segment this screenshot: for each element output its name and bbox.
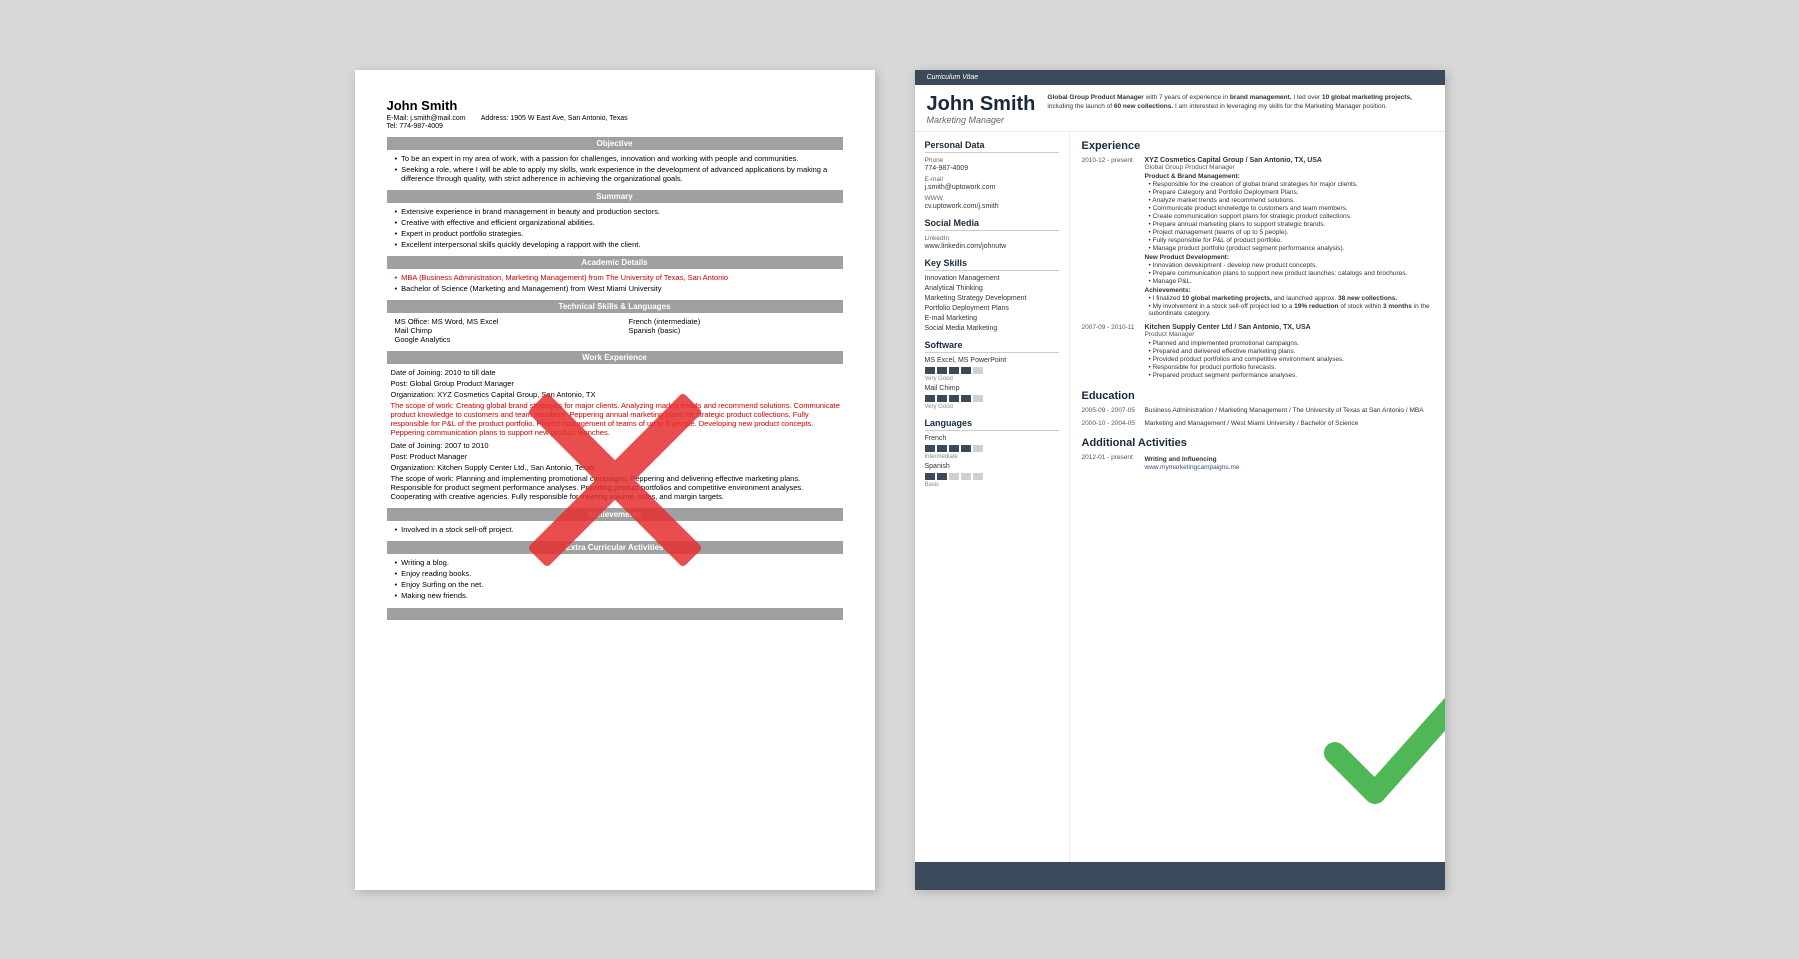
- sidebar-linkedin-value: www.linkedin.com/johnutw: [925, 243, 1059, 250]
- left-section-objective: Objective: [387, 137, 843, 150]
- left-extra-2: Enjoy reading books.: [387, 569, 843, 578]
- left-skill-3: Google Analytics: [395, 335, 609, 344]
- right-name: John Smith: [927, 93, 1036, 115]
- software-bar-1: [925, 395, 1059, 402]
- left-section-summary: Summary: [387, 190, 843, 203]
- left-extra-3: Enjoy Surfing on the net.: [387, 580, 843, 589]
- sidebar-software-1: Mail Chimp Very Good: [925, 385, 1059, 410]
- left-section-work: Work Experience: [387, 351, 843, 364]
- sidebar-skill-1: Analytical Thinking: [925, 285, 1059, 292]
- sidebar-phone-label: Phone: [925, 157, 1059, 164]
- left-work-org2: Organization: Kitchen Supply Center Ltd.…: [387, 463, 843, 472]
- left-work-date2: Date of Joining: 2007 to 2010: [387, 441, 843, 450]
- sidebar-skills-title: Key Skills: [925, 258, 1059, 271]
- left-lang-1: French (intermediate): [629, 317, 843, 326]
- left-section-technical: Technical Skills & Languages: [387, 300, 843, 313]
- right-header: John Smith Marketing Manager Global Grou…: [915, 85, 1445, 132]
- left-contact-email: E-Mail: j.smith@mail.com Address: 1905 W…: [387, 115, 843, 122]
- exp-details-1: Kitchen Supply Center Ltd / San Antonio,…: [1145, 324, 1433, 380]
- left-academic-2: Bachelor of Science (Marketing and Manag…: [387, 284, 843, 293]
- sidebar-skill-5: Social Media Marketing: [925, 325, 1059, 332]
- left-objective-2: Seeking a role, where I will be able to …: [387, 165, 843, 183]
- left-extra-1: Writing a blog.: [387, 558, 843, 567]
- lang-bar-1: [925, 473, 1059, 480]
- right-edu-section: Education: [1082, 390, 1433, 402]
- sidebar-www-value: cv.uptowork.com/j.smith: [925, 203, 1059, 210]
- exp-details-0: XYZ Cosmetics Capital Group / San Antoni…: [1145, 157, 1433, 318]
- right-intro: Global Group Product Manager with 7 year…: [1047, 93, 1432, 111]
- sidebar-email-value: j.smith@uptowork.com: [925, 184, 1059, 191]
- right-additional-section: Additional Activities: [1082, 437, 1433, 449]
- sidebar-social-title: Social Media: [925, 218, 1059, 231]
- edu-entry-0: 2005-09 - 2007-05 Business Administratio…: [1082, 407, 1433, 414]
- sidebar-lang-0: French Intermediate: [925, 435, 1059, 460]
- right-title: Marketing Manager: [927, 115, 1036, 125]
- left-work-scope1: The scope of work: Creating global brand…: [387, 401, 843, 437]
- sidebar-lang-1: Spanish Basic: [925, 463, 1059, 488]
- left-lang-2: Spanish (basic): [629, 326, 843, 335]
- left-skill-1: MS Office: MS Word, MS Excel: [395, 317, 609, 326]
- sidebar-skill-2: Marketing Strategy Development: [925, 295, 1059, 302]
- left-extra-4: Making new friends.: [387, 591, 843, 600]
- left-section-achievements: Achievements: [387, 508, 843, 521]
- left-academic-1: MBA (Business Administration, Marketing …: [387, 273, 843, 282]
- right-footer-bar: [915, 862, 1445, 890]
- sidebar-phone-value: 774-987-4009: [925, 165, 1059, 172]
- left-work-scope2: The scope of work: Planning and implemen…: [387, 474, 843, 501]
- sidebar-personal-title: Personal Data: [925, 140, 1059, 153]
- right-exp-section: Experience: [1082, 140, 1433, 152]
- left-section-extra: Extra Curricular Activities: [387, 541, 843, 554]
- sidebar-software-0: MS Excel, MS PowerPoint Very Good: [925, 357, 1059, 382]
- exp-entry-0: 2010-12 - present XYZ Cosmetics Capital …: [1082, 157, 1433, 318]
- left-summary-2: Creative with effective and efficient or…: [387, 218, 843, 227]
- lang-bar-0: [925, 445, 1059, 452]
- left-work-date1: Date of Joining: 2010 to till date: [387, 368, 843, 377]
- sidebar-languages-title: Languages: [925, 418, 1059, 431]
- exp-dates-1: 2007-09 - 2010-11: [1082, 324, 1137, 380]
- sidebar-skill-4: E-mail Marketing: [925, 315, 1059, 322]
- left-contact-tel: Tel: 774-987-4009: [387, 123, 843, 130]
- right-name-block: John Smith Marketing Manager: [927, 93, 1036, 125]
- left-skills-cols: MS Office: MS Word, MS Excel Mail Chimp …: [387, 317, 843, 344]
- left-work-post1: Post: Global Group Product Manager: [387, 379, 843, 388]
- right-main-content: Experience 2010-12 - present XYZ Cosmeti…: [1070, 132, 1445, 862]
- sidebar-skill-0: Innovation Management: [925, 275, 1059, 282]
- sidebar-email-label: E-mail: [925, 176, 1059, 183]
- sidebar-skill-3: Portfolio Deployment Plans: [925, 305, 1059, 312]
- left-skill-2: Mail Chimp: [395, 326, 609, 335]
- resume-right: Curriculum Vitae John Smith Marketing Ma…: [915, 70, 1445, 890]
- cv-label: Curriculum Vitae: [915, 70, 1445, 85]
- left-summary-1: Extensive experience in brand management…: [387, 207, 843, 216]
- left-summary-4: Excellent interpersonal skills quickly d…: [387, 240, 843, 249]
- sidebar-linkedin-label: LinkedIn: [925, 235, 1059, 242]
- right-sidebar: Personal Data Phone 774-987-4009 E-mail …: [915, 132, 1070, 862]
- additional-entry-0: 2012-01 - present Writing and Influencin…: [1082, 454, 1433, 471]
- left-achievement-1: Involved in a stock sell-off project.: [387, 525, 843, 534]
- left-objective-1: To be an expert in my area of work, with…: [387, 154, 843, 163]
- right-body: Personal Data Phone 774-987-4009 E-mail …: [915, 132, 1445, 862]
- exp-entry-1: 2007-09 - 2010-11 Kitchen Supply Center …: [1082, 324, 1433, 380]
- sidebar-software-title: Software: [925, 340, 1059, 353]
- left-summary-3: Expert in product portfolio strategies.: [387, 229, 843, 238]
- software-bar-0: [925, 367, 1059, 374]
- sidebar-www-label: WWW: [925, 195, 1059, 202]
- left-work-org1: Organization: XYZ Cosmetics Capital Grou…: [387, 390, 843, 399]
- exp-dates-0: 2010-12 - present: [1082, 157, 1137, 318]
- resume-left: John Smith E-Mail: j.smith@mail.com Addr…: [355, 70, 875, 890]
- left-bottom-bar: [387, 608, 843, 620]
- left-name: John Smith: [387, 98, 843, 113]
- edu-entry-1: 2000-10 - 2004-05 Marketing and Manageme…: [1082, 420, 1433, 427]
- left-section-academic: Academic Details: [387, 256, 843, 269]
- left-work-post2: Post: Product Manager: [387, 452, 843, 461]
